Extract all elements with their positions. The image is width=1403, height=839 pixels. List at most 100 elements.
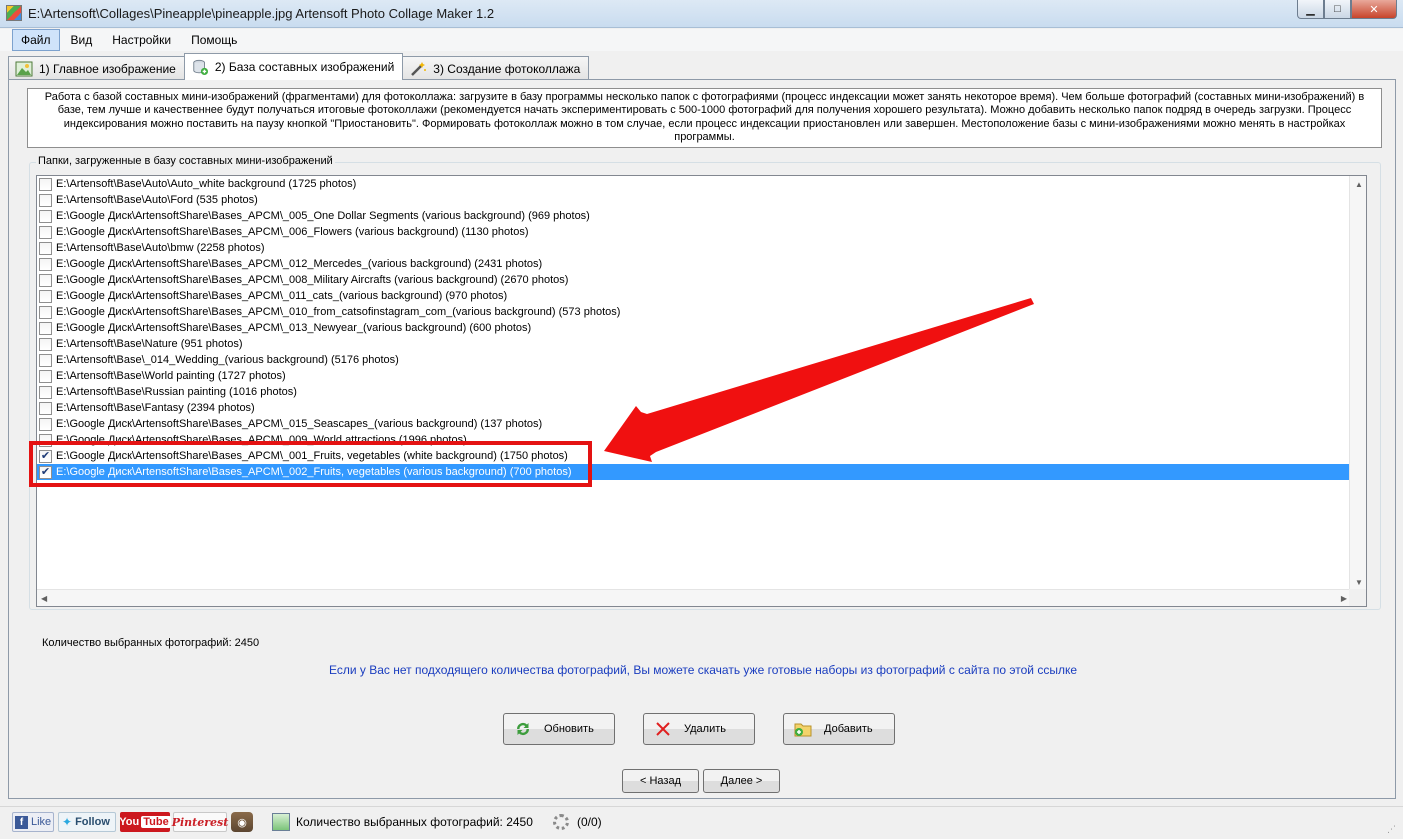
- folder-checkbox[interactable]: [39, 321, 52, 335]
- delete-icon: [654, 720, 672, 738]
- youtube-tube: Tube: [141, 816, 171, 828]
- tab-create-collage[interactable]: 3) Создание фотоколлажа: [402, 56, 590, 80]
- folder-row[interactable]: E:\Google Диск\ArtensoftShare\Bases_APCM…: [37, 208, 1351, 224]
- menu-file[interactable]: Файл: [12, 29, 60, 51]
- menu-help[interactable]: Помощь: [182, 29, 246, 51]
- tab-label: 1) Главное изображение: [39, 61, 176, 76]
- folder-checkbox[interactable]: [39, 353, 52, 367]
- facebook-icon: f: [15, 815, 28, 829]
- folder-row[interactable]: E:\Artensoft\Base\Nature (951 photos): [37, 336, 1351, 352]
- add-button[interactable]: Добавить: [783, 713, 895, 745]
- tab-composite-base[interactable]: 2) База составных изображений: [183, 53, 404, 80]
- folder-checkbox[interactable]: ✔: [39, 449, 52, 463]
- folder-row[interactable]: ✔ E:\Google Диск\ArtensoftShare\Bases_APC…: [37, 464, 1351, 480]
- refresh-icon: [514, 720, 532, 738]
- add-label: Добавить: [824, 723, 873, 735]
- progress-text: (0/0): [577, 815, 602, 829]
- horizontal-scrollbar[interactable]: ◀ ▶: [37, 589, 1351, 606]
- folder-row[interactable]: E:\Google Диск\ArtensoftShare\Bases_APCM…: [37, 288, 1351, 304]
- youtube-button[interactable]: You Tube: [119, 812, 171, 832]
- status-selected-count: Количество выбранных фотографий: 2450: [272, 812, 533, 832]
- folder-row[interactable]: E:\Google Диск\ArtensoftShare\Bases_APCM…: [37, 272, 1351, 288]
- facebook-like-button[interactable]: f Like: [12, 812, 54, 832]
- maximize-button[interactable]: □: [1324, 0, 1351, 19]
- minimize-button[interactable]: ▁: [1297, 0, 1324, 19]
- folder-path: E:\Artensoft\Base\Russian painting (1016…: [56, 386, 297, 398]
- spinner-icon: [553, 814, 569, 830]
- status-bar: f Like ✦ Follow You Tube Pinterest ◉ Кол…: [0, 806, 1403, 839]
- instagram-icon[interactable]: ◉: [231, 812, 253, 832]
- menu-settings[interactable]: Настройки: [103, 29, 180, 51]
- folder-path: E:\Google Диск\ArtensoftShare\Bases_APCM…: [56, 274, 569, 286]
- menu-bar: Файл Вид Настройки Помощь: [0, 29, 1403, 51]
- folder-checkbox[interactable]: [39, 241, 52, 255]
- folder-checkbox[interactable]: [39, 385, 52, 399]
- folder-row[interactable]: E:\Google Диск\ArtensoftShare\Bases_APCM…: [37, 416, 1351, 432]
- selected-count: Количество выбранных фотографий: 2450: [42, 637, 260, 649]
- tab-label: 2) База составных изображений: [214, 60, 395, 74]
- vertical-scrollbar[interactable]: ▲ ▼: [1349, 176, 1366, 591]
- window-controls: ▁ □ ✕: [1297, 0, 1397, 19]
- folder-row[interactable]: E:\Artensoft\Base\World painting (1727 p…: [37, 368, 1351, 384]
- close-button[interactable]: ✕: [1351, 0, 1397, 19]
- twitter-follow-button[interactable]: ✦ Follow: [58, 812, 116, 832]
- folder-checkbox[interactable]: [39, 433, 52, 447]
- folder-path: E:\Google Диск\ArtensoftShare\Bases_APCM…: [56, 434, 467, 446]
- info-description: Работа с базой составных мини-изображени…: [27, 88, 1382, 148]
- scroll-down-icon[interactable]: ▼: [1355, 578, 1363, 587]
- folder-row[interactable]: E:\Artensoft\Base\Russian painting (1016…: [37, 384, 1351, 400]
- folder-row[interactable]: E:\Google Диск\ArtensoftShare\Bases_APCM…: [37, 320, 1351, 336]
- title-bar: E:\Artensoft\Collages\Pineapple\pineappl…: [0, 0, 1403, 28]
- folder-row[interactable]: E:\Google Диск\ArtensoftShare\Bases_APCM…: [37, 224, 1351, 240]
- folder-checkbox[interactable]: [39, 401, 52, 415]
- status-count-text: Количество выбранных фотографий: 2450: [296, 815, 533, 829]
- folder-checkbox[interactable]: [39, 289, 52, 303]
- folder-checkbox[interactable]: [39, 369, 52, 383]
- folder-row[interactable]: E:\Google Диск\ArtensoftShare\Bases_APCM…: [37, 256, 1351, 272]
- twitter-bird-icon: ✦: [62, 815, 73, 829]
- folders-list[interactable]: E:\Artensoft\Base\Auto\Auto_white backgr…: [36, 175, 1367, 607]
- scroll-right-icon[interactable]: ▶: [1341, 594, 1347, 603]
- folder-path: E:\Artensoft\Base\Nature (951 photos): [56, 338, 243, 350]
- folder-row[interactable]: E:\Artensoft\Base\Auto\bmw (2258 photos): [37, 240, 1351, 256]
- folder-checkbox[interactable]: [39, 257, 52, 271]
- folder-row[interactable]: E:\Artensoft\Base\_014_Wedding_(various …: [37, 352, 1351, 368]
- like-label: Like: [31, 816, 52, 828]
- window-title: E:\Artensoft\Collages\Pineapple\pineappl…: [28, 6, 495, 21]
- refresh-button[interactable]: Обновить: [503, 713, 615, 745]
- scroll-left-icon[interactable]: ◀: [41, 594, 47, 603]
- delete-button[interactable]: Удалить: [643, 713, 755, 745]
- pinterest-button[interactable]: Pinterest: [172, 812, 228, 832]
- folder-row[interactable]: E:\Artensoft\Base\Fantasy (2394 photos): [37, 400, 1351, 416]
- next-button[interactable]: Далее >: [703, 769, 780, 793]
- folder-checkbox[interactable]: [39, 273, 52, 287]
- status-progress: (0/0): [553, 812, 602, 832]
- folder-checkbox[interactable]: [39, 305, 52, 319]
- folder-row[interactable]: E:\Google Диск\ArtensoftShare\Bases_APCM…: [37, 304, 1351, 320]
- tab-main-image[interactable]: 1) Главное изображение: [8, 56, 185, 80]
- follow-label: Follow: [75, 816, 110, 828]
- folder-row[interactable]: ✔ E:\Google Диск\ArtensoftShare\Bases_APC…: [37, 448, 1351, 464]
- folder-path: E:\Google Диск\ArtensoftShare\Bases_APCM…: [56, 210, 590, 222]
- folder-checkbox[interactable]: [39, 177, 52, 191]
- folder-checkbox[interactable]: [39, 209, 52, 223]
- add-folder-icon: [794, 720, 812, 738]
- folder-path: E:\Google Диск\ArtensoftShare\Bases_APCM…: [56, 226, 529, 238]
- menu-view[interactable]: Вид: [62, 29, 102, 51]
- folder-checkbox[interactable]: ✔: [39, 465, 52, 479]
- resize-grip-icon[interactable]: ⋰: [1387, 824, 1399, 836]
- folders-group-label: Папки, загруженные в базу составных мини…: [36, 155, 335, 167]
- folder-row[interactable]: E:\Artensoft\Base\Auto\Auto_white backgr…: [37, 176, 1351, 192]
- folder-checkbox[interactable]: [39, 193, 52, 207]
- scroll-up-icon[interactable]: ▲: [1355, 180, 1363, 189]
- image-icon: [15, 61, 33, 76]
- back-button[interactable]: < Назад: [622, 769, 699, 793]
- folder-row[interactable]: E:\Artensoft\Base\Auto\Ford (535 photos): [37, 192, 1351, 208]
- folder-checkbox[interactable]: [39, 417, 52, 431]
- folder-checkbox[interactable]: [39, 225, 52, 239]
- folders-list-items: E:\Artensoft\Base\Auto\Auto_white backgr…: [37, 176, 1351, 591]
- download-sets-link[interactable]: Если у Вас нет подходящего количества фо…: [9, 663, 1397, 677]
- folder-path: E:\Artensoft\Base\_014_Wedding_(various …: [56, 354, 399, 366]
- folder-checkbox[interactable]: [39, 337, 52, 351]
- folder-row[interactable]: E:\Google Диск\ArtensoftShare\Bases_APCM…: [37, 432, 1351, 448]
